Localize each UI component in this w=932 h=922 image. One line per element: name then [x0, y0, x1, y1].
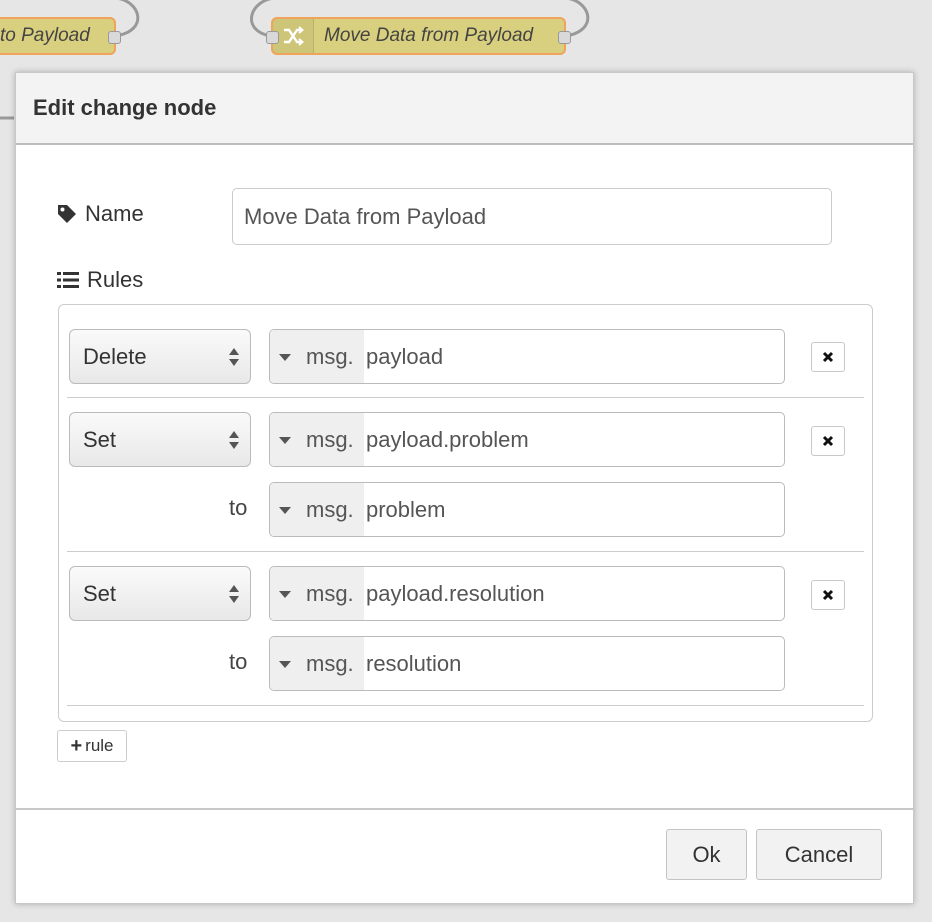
workspace-node-to-payload[interactable]: to Payload — [0, 17, 121, 55]
rule-divider — [67, 705, 864, 706]
list-icon — [57, 272, 79, 288]
to-label: to — [229, 495, 248, 520]
property-value: payload.problem — [366, 426, 529, 452]
tag-icon — [58, 205, 76, 223]
node-label: to Payload — [0, 25, 90, 46]
caret-down-icon — [279, 354, 291, 361]
cancel-button[interactable]: Cancel — [756, 829, 882, 880]
plus-icon: + — [70, 734, 83, 757]
dialog-title: Edit change node — [33, 95, 217, 120]
to-label: to — [229, 649, 248, 674]
rules-list: Delete msg. payload Set msg. payload.pro… — [58, 304, 873, 722]
rules-label: Rules — [57, 267, 143, 293]
type-select-button[interactable]: msg. — [270, 567, 364, 620]
add-rule-label: rule — [85, 736, 114, 755]
property-value: payload — [366, 343, 444, 369]
delete-rule-button[interactable] — [811, 426, 845, 456]
shuffle-icon — [273, 19, 314, 53]
rule-property-input[interactable]: msg. payload.problem — [269, 412, 785, 467]
type-prefix: msg. — [306, 496, 354, 522]
rule-divider — [67, 551, 864, 552]
select-arrows-icon — [229, 431, 239, 449]
type-select-button[interactable]: msg. — [270, 637, 364, 690]
rule-to-input[interactable]: msg. problem — [269, 482, 785, 537]
ok-button[interactable]: Ok — [666, 829, 747, 880]
select-arrows-icon — [229, 348, 239, 366]
type-select-button[interactable]: msg. — [270, 330, 364, 383]
close-icon — [822, 589, 834, 601]
to-value: problem — [366, 496, 446, 522]
to-value: resolution — [366, 650, 462, 676]
rule-divider — [67, 397, 864, 398]
output-port[interactable] — [108, 31, 121, 44]
rules-label-text: Rules — [87, 267, 144, 292]
caret-down-icon — [279, 661, 291, 668]
rule-property-input[interactable]: msg. payload — [269, 329, 785, 384]
rule-action-select[interactable]: Delete — [69, 329, 251, 384]
input-port[interactable] — [266, 31, 279, 44]
node-label: Move Data from Payload — [324, 25, 534, 46]
footer-divider — [16, 808, 913, 810]
select-arrows-icon — [229, 585, 239, 603]
type-prefix: msg. — [306, 580, 354, 606]
property-value: payload.resolution — [366, 580, 545, 606]
rule-action-value: Set — [83, 580, 117, 606]
delete-rule-button[interactable] — [811, 580, 845, 610]
delete-rule-button[interactable] — [811, 342, 845, 372]
type-prefix: msg. — [306, 650, 354, 676]
type-select-button[interactable]: msg. — [270, 483, 364, 536]
caret-down-icon — [279, 591, 291, 598]
output-port[interactable] — [558, 31, 571, 44]
name-label-text: Name — [85, 201, 144, 226]
name-input[interactable] — [232, 188, 832, 245]
caret-down-icon — [279, 437, 291, 444]
rule-to-input[interactable]: msg. resolution — [269, 636, 785, 691]
rule-action-select[interactable]: Set — [69, 566, 251, 621]
caret-down-icon — [279, 507, 291, 514]
name-label: Name — [57, 201, 144, 227]
rule-action-select[interactable]: Set — [69, 412, 251, 467]
rule-property-input[interactable]: msg. payload.resolution — [269, 566, 785, 621]
workspace-node-move-data[interactable]: Move Data from Payload — [266, 17, 571, 55]
dialog-header: Edit change node — [16, 73, 913, 145]
close-icon — [822, 435, 834, 447]
edit-change-node-dialog: Edit change node Name Rules Delete msg. — [15, 72, 914, 904]
rule-action-value: Delete — [83, 343, 147, 369]
close-icon — [822, 351, 834, 363]
type-prefix: msg. — [306, 343, 354, 369]
rule-action-value: Set — [83, 426, 117, 452]
add-rule-button[interactable]: + rule — [57, 730, 127, 762]
type-prefix: msg. — [306, 426, 354, 452]
type-select-button[interactable]: msg. — [270, 413, 364, 466]
